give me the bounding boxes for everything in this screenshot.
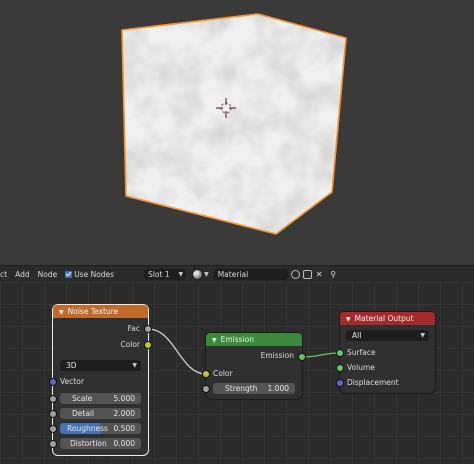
dimensions-value: 3D xyxy=(66,361,77,370)
distortion-label: Distortion xyxy=(70,439,107,448)
chevron-down-icon: ▼ xyxy=(204,270,209,278)
input-distortion-socket[interactable] xyxy=(50,441,56,447)
input-color-socket[interactable] xyxy=(203,371,209,377)
menu-object[interactable]: ct xyxy=(0,270,11,279)
unlink-icon[interactable]: ✕ xyxy=(315,270,324,279)
use-nodes-label: Use Nodes xyxy=(74,269,115,279)
roughness-value: 0.500 xyxy=(113,424,135,433)
input-scale-socket[interactable] xyxy=(50,396,56,402)
node-header[interactable]: ▼ Emission xyxy=(206,333,302,346)
input-roughness-socket[interactable] xyxy=(50,426,56,432)
input-vector-label: Vector xyxy=(60,377,84,386)
chevron-down-icon: ▼ xyxy=(178,270,184,278)
node-title: Emission xyxy=(220,335,254,344)
new-material-icon[interactable] xyxy=(302,269,312,279)
collapse-triangle-icon[interactable]: ▼ xyxy=(212,337,217,344)
input-color-label: Color xyxy=(213,369,233,378)
target-dropdown[interactable]: All ▼ xyxy=(346,330,429,341)
slot-label: Slot 1 xyxy=(148,269,170,279)
dimensions-dropdown[interactable]: 3D ▼ xyxy=(60,360,141,371)
cube-object[interactable] xyxy=(110,10,355,240)
material-selector[interactable]: ▼ Material ✕ ⚲ xyxy=(192,268,338,280)
target-value: All xyxy=(352,331,362,340)
detail-value: 2.000 xyxy=(113,409,135,418)
material-sphere-icon[interactable] xyxy=(192,268,204,280)
input-surface-label: Surface xyxy=(347,348,376,357)
detail-field[interactable]: Detail 2.000 xyxy=(60,408,141,419)
output-color-label: Color xyxy=(120,340,140,349)
scale-label: Scale xyxy=(72,394,93,403)
use-nodes-toggle[interactable]: Use Nodes xyxy=(61,270,118,279)
input-volume-socket[interactable] xyxy=(337,365,343,371)
roughness-label: Roughness xyxy=(67,424,108,433)
input-displacement-socket[interactable] xyxy=(337,380,343,386)
output-fac-socket[interactable] xyxy=(145,326,151,332)
input-volume-label: Volume xyxy=(347,363,375,372)
input-vector-socket[interactable] xyxy=(50,379,56,385)
link-emission-to-surface xyxy=(301,352,341,358)
node-editor-header: ct Add Node Use Nodes Slot 1 ▼ ▼ Material… xyxy=(0,265,474,283)
input-surface-socket[interactable] xyxy=(337,350,343,356)
node-title: Noise Texture xyxy=(67,307,119,316)
collapse-triangle-icon[interactable]: ▼ xyxy=(59,309,64,316)
pin-icon[interactable]: ⚲ xyxy=(329,270,338,279)
chevron-down-icon: ▼ xyxy=(132,362,137,369)
roughness-slider[interactable]: Roughness 0.500 xyxy=(60,423,141,434)
shader-editor-canvas[interactable]: ▼ Noise Texture Fac Color 3D ▼ Vector Scal… xyxy=(0,282,474,464)
output-emission-label: Emission xyxy=(260,351,294,360)
scale-value: 5.000 xyxy=(113,394,135,403)
distortion-field[interactable]: Distortion 0.000 xyxy=(60,438,141,449)
strength-field[interactable]: Strength 1.000 xyxy=(213,383,295,394)
material-name-field[interactable]: Material xyxy=(213,268,288,280)
link-fac-to-color xyxy=(147,328,207,375)
collapse-triangle-icon[interactable]: ▼ xyxy=(346,316,351,323)
node-header[interactable]: ▼ Material Output xyxy=(340,312,435,325)
output-emission-socket[interactable] xyxy=(299,354,305,360)
emission-node[interactable]: ▼ Emission Emission Color Strength 1.000 xyxy=(203,333,305,399)
material-output-node[interactable]: ▼ Material Output All ▼ Surface Volume Dis… xyxy=(337,312,435,393)
menu-node[interactable]: Node xyxy=(34,270,62,279)
scale-field[interactable]: Scale 5.000 xyxy=(60,393,141,404)
input-displacement-label: Displacement xyxy=(347,378,399,387)
slot-dropdown[interactable]: Slot 1 ▼ xyxy=(144,268,187,280)
3d-viewport[interactable] xyxy=(0,0,474,265)
distortion-value: 0.000 xyxy=(113,439,135,448)
output-fac-label: Fac xyxy=(127,324,140,333)
node-header[interactable]: ▼ Noise Texture xyxy=(53,305,148,318)
menu-add[interactable]: Add xyxy=(11,270,34,279)
detail-label: Detail xyxy=(72,409,95,418)
strength-value: 1.000 xyxy=(267,384,289,393)
input-strength-socket[interactable] xyxy=(203,386,209,392)
noise-texture-node[interactable]: ▼ Noise Texture Fac Color 3D ▼ Vector Scal… xyxy=(50,305,151,455)
fake-user-icon[interactable] xyxy=(290,269,300,279)
strength-label: Strength xyxy=(225,384,258,393)
output-color-socket[interactable] xyxy=(145,342,151,348)
chevron-down-icon: ▼ xyxy=(420,332,425,339)
node-title: Material Output xyxy=(354,314,414,323)
checkbox-icon[interactable] xyxy=(65,270,73,278)
input-detail-socket[interactable] xyxy=(50,411,56,417)
